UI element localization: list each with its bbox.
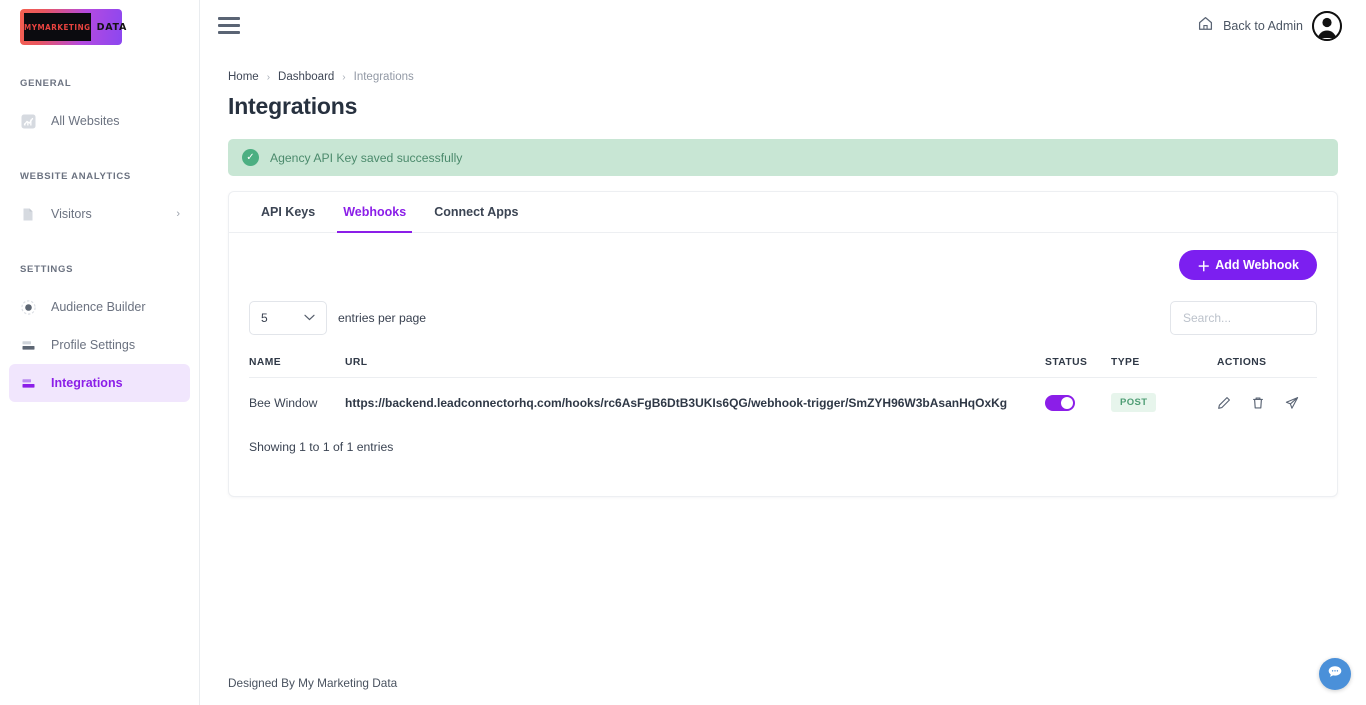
- breadcrumb-item-integrations: Integrations: [353, 71, 414, 83]
- hamburger-icon[interactable]: [218, 17, 240, 34]
- sidebar-item-label: Profile Settings: [51, 338, 136, 352]
- integrations-icon: [20, 375, 37, 392]
- user-avatar[interactable]: [1312, 10, 1342, 41]
- add-webhook-label: Add Webhook: [1215, 258, 1299, 272]
- action-row: ＋ Add Webhook: [249, 250, 1317, 290]
- tab-api-keys[interactable]: API Keys: [247, 192, 329, 232]
- breadcrumb-separator: ›: [266, 71, 271, 83]
- success-alert: ✓ Agency API Key saved successfully: [228, 139, 1338, 176]
- sidebar-item-label: Audience Builder: [51, 300, 146, 314]
- sidebar-section-general: GENERAL: [20, 78, 72, 89]
- cell-url: https://backend.leadconnectorhq.com/hook…: [345, 395, 1008, 410]
- send-icon[interactable]: [1285, 396, 1299, 410]
- tab-connect-apps[interactable]: Connect Apps: [420, 192, 532, 232]
- profile-icon: [20, 337, 37, 354]
- sidebar-section-website-analytics: WEBSITE ANALYTICS: [20, 171, 131, 182]
- main-area: Back to Admin Home › Dashboard › Integra…: [200, 0, 1366, 705]
- sidebar-section-settings: SETTINGS: [20, 264, 74, 275]
- brand-logo-left: MYMARKETING: [24, 13, 91, 41]
- column-header-name: NAME: [249, 349, 345, 378]
- target-icon: [20, 299, 37, 316]
- breadcrumb-item-home[interactable]: Home: [228, 71, 259, 83]
- column-header-status: STATUS: [1045, 349, 1111, 378]
- home-icon: [1197, 15, 1214, 37]
- brand-logo-text-secondary: DATA: [96, 21, 128, 33]
- sidebar-item-visitors[interactable]: Visitors ›: [9, 195, 190, 233]
- chat-widget-button[interactable]: [1319, 658, 1351, 690]
- edit-icon[interactable]: [1217, 396, 1231, 410]
- brand-logo-text-primary: MYMARKETING: [24, 22, 91, 32]
- chart-icon: [20, 113, 37, 130]
- table-row: Bee Window https://backend.leadconnector…: [249, 378, 1317, 428]
- add-webhook-button[interactable]: ＋ Add Webhook: [1179, 250, 1317, 280]
- footer-text: Designed By My Marketing Data: [228, 676, 398, 690]
- plus-icon: ＋: [1197, 258, 1211, 274]
- breadcrumb-separator: ›: [342, 71, 346, 83]
- search-input[interactable]: [1170, 301, 1317, 335]
- sidebar-item-integrations[interactable]: Integrations: [9, 364, 190, 402]
- entries-per-page-label: entries per page: [338, 311, 427, 325]
- brand-logo-wrap: MYMARKETING DATA: [0, 0, 199, 45]
- check-circle-icon: ✓: [242, 149, 259, 166]
- cell-type: POST: [1111, 378, 1217, 428]
- topbar: Back to Admin: [200, 0, 1366, 51]
- sidebar-item-label: Integrations: [51, 376, 123, 390]
- chevron-down-icon: [304, 313, 315, 324]
- entries-per-page-select[interactable]: 5: [249, 301, 327, 335]
- sidebar-item-label: All Websites: [51, 114, 120, 128]
- sidebar-item-label: Visitors: [51, 207, 92, 221]
- integrations-card: API Keys Webhooks Connect Apps ＋ Add Web…: [228, 191, 1338, 497]
- breadcrumb-item-dashboard[interactable]: Dashboard: [278, 71, 334, 83]
- cell-actions: [1217, 378, 1317, 428]
- column-header-type: TYPE: [1111, 349, 1217, 378]
- chat-bubble-icon: [1326, 663, 1344, 686]
- tab-bar: API Keys Webhooks Connect Apps: [229, 192, 1337, 233]
- success-alert-message: Agency API Key saved successfully: [270, 150, 463, 165]
- table-controls: 5 entries per page: [249, 301, 1317, 335]
- showing-entries-text: Showing 1 to 1 of 1 entries: [249, 440, 394, 454]
- webhooks-table: NAME URL STATUS TYPE ACTIONS Bee Window …: [249, 349, 1317, 427]
- status-toggle[interactable]: [1045, 394, 1075, 411]
- hamburger-bar: [218, 24, 240, 27]
- sidebar-item-profile-settings[interactable]: Profile Settings: [9, 326, 190, 364]
- table-body: Bee Window https://backend.leadconnector…: [249, 378, 1317, 428]
- tab-webhooks[interactable]: Webhooks: [329, 192, 420, 233]
- page-title: Integrations: [228, 93, 358, 119]
- row-actions: [1217, 396, 1317, 410]
- brand-logo[interactable]: MYMARKETING DATA: [20, 9, 126, 45]
- hamburger-bar: [218, 17, 240, 20]
- sidebar: MYMARKETING DATA GENERAL All Websites WE…: [0, 0, 200, 705]
- sidebar-item-all-websites[interactable]: All Websites: [9, 102, 190, 140]
- entries-per-page-group: 5 entries per page: [249, 301, 426, 335]
- sidebar-item-audience-builder[interactable]: Audience Builder: [9, 288, 190, 326]
- page-content: Home › Dashboard › Integrations Integrat…: [200, 51, 1366, 661]
- delete-icon[interactable]: [1251, 396, 1265, 410]
- cell-status: [1045, 378, 1111, 428]
- topbar-right: Back to Admin: [1197, 10, 1342, 41]
- cell-name: Bee Window: [249, 395, 318, 410]
- card-body: ＋ Add Webhook 5 entries per page Search.…: [229, 233, 1337, 427]
- hamburger-bar: [218, 31, 240, 34]
- page-icon: [20, 206, 37, 223]
- column-header-actions: ACTIONS: [1217, 349, 1317, 378]
- footer: Designed By My Marketing Data: [200, 661, 1366, 705]
- breadcrumb: Home › Dashboard › Integrations: [228, 71, 1338, 83]
- table-head: NAME URL STATUS TYPE ACTIONS: [249, 349, 1317, 378]
- entries-per-page-value: 5: [261, 311, 268, 325]
- chevron-right-icon: ›: [176, 207, 180, 220]
- type-badge: POST: [1111, 393, 1157, 412]
- back-to-admin-button[interactable]: Back to Admin: [1197, 15, 1303, 37]
- table-header-row: NAME URL STATUS TYPE ACTIONS: [249, 349, 1317, 378]
- back-to-admin-label: Back to Admin: [1223, 18, 1303, 33]
- column-header-url: URL: [345, 349, 1045, 378]
